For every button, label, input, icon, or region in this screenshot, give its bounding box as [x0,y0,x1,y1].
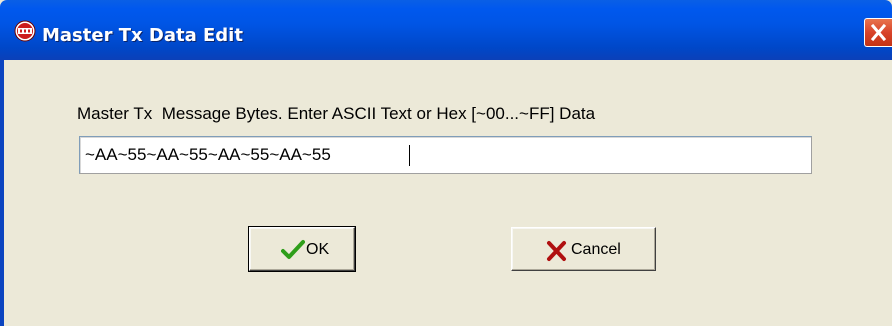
dialog-window: Master Tx Data Edit Master Tx Message By… [0,0,892,326]
title-bar[interactable]: Master Tx Data Edit [0,0,892,60]
app-logo-icon [14,20,36,42]
close-button[interactable] [864,18,892,47]
x-cross-icon [547,241,566,261]
window-title: Master Tx Data Edit [42,25,243,46]
close-icon [870,23,887,42]
window-frame-left [0,60,4,326]
ok-button-label: OK [306,241,330,258]
cancel-button[interactable]: Cancel [511,227,656,271]
cancel-button-label: Cancel [571,241,621,258]
tx-data-input[interactable] [79,136,812,174]
text-caret [409,145,410,166]
ok-button[interactable]: OK [248,226,356,272]
prompt-label: Master Tx Message Bytes. Enter ASCII Tex… [77,104,596,123]
checkmark-icon [281,240,305,259]
